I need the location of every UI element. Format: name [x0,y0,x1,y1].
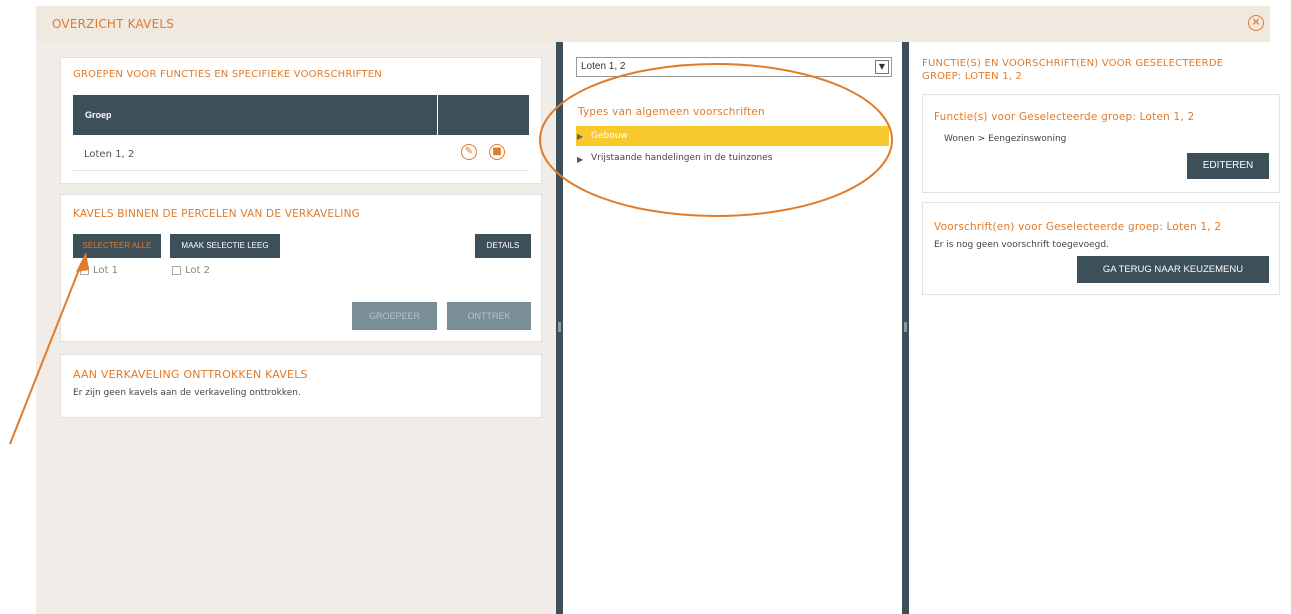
back-to-menu-button[interactable]: GA TERUG NAAR KEUZEMENU [1077,256,1269,283]
lot-2-checkbox[interactable] [172,266,181,275]
splitter-right[interactable] [902,42,909,614]
tree-item[interactable]: ▶ Vrijstaande handelingen in de tuinzone… [576,150,889,168]
withdraw-button[interactable]: ONTTREK [447,302,531,330]
details-button[interactable]: DETAILS [475,234,531,258]
withdrawn-message: Er zijn geen kavels aan de verkaveling o… [73,388,301,398]
lot-1-checkbox[interactable] [80,266,89,275]
functions-panel-title: Functie(s) voor Geselecteerde groep: Lot… [934,111,1195,123]
tree-item-label: Gebouw [591,131,628,141]
rules-panel: Voorschrift(en) voor Geselecteerde groep… [922,202,1280,295]
window-title: OVERZICHT KAVELS [52,17,175,31]
table-row[interactable]: Loten 1, 2 ✎ ■ [73,135,529,171]
grip-handle[interactable] [904,322,907,332]
group-select-value: Loten 1, 2 [581,61,626,72]
groups-panel-title: GROEPEN VOOR FUNCTIES EN SPECIFIEKE VOOR… [73,69,382,80]
select-all-button[interactable]: SELECTEER ALLE [73,234,161,258]
groups-panel: GROEPEN VOOR FUNCTIES EN SPECIFIEKE VOOR… [60,57,542,184]
withdrawn-panel-title: AAN VERKAVELING ONTTROKKEN KAVELS [73,368,308,381]
splitter-left[interactable] [556,42,563,614]
edit-button[interactable]: EDITEREN [1187,153,1269,179]
lot-1-label: Lot 1 [93,265,118,276]
rules-message: Er is nog geen voorschrift toegevoegd. [934,240,1109,250]
right-title-line1: FUNCTIE(S) EN VOORSCHRIFT(EN) VOOR GESEL… [922,58,1224,69]
grip-handle[interactable] [558,322,561,332]
kavels-panel: KAVELS BINNEN DE PERCELEN VAN DE VERKAVE… [60,194,542,342]
column-header-group: Groep [85,110,112,120]
column-separator [437,95,438,135]
kavels-panel-title: KAVELS BINNEN DE PERCELEN VAN DE VERKAVE… [73,208,360,220]
function-value: Wonen > Eengezinswoning [944,134,1067,144]
trash-icon[interactable]: ■ [489,144,505,160]
group-name: Loten 1, 2 [84,149,135,160]
caret-right-icon: ▶ [577,132,584,141]
right-title-line2: GROEP: LOTEN 1, 2 [922,71,1023,82]
groups-table-header: Groep [73,95,529,135]
window-titlebar: OVERZICHT KAVELS × [36,6,1270,42]
pencil-icon[interactable]: ✎ [461,144,477,160]
withdrawn-panel: AAN VERKAVELING ONTTROKKEN KAVELS Er zij… [60,354,542,418]
close-icon[interactable]: × [1248,15,1264,31]
tree-item-label: Vrijstaande handelingen in de tuinzones [591,153,773,163]
types-title: Types van algemeen voorschriften [578,106,765,118]
caret-right-icon: ▶ [577,155,584,164]
rules-panel-title: Voorschrift(en) voor Geselecteerde groep… [934,221,1222,233]
group-button[interactable]: GROEPEER [352,302,437,330]
chevron-down-icon[interactable]: ▼ [875,60,889,74]
tree-item-selected[interactable]: ▶ Gebouw [576,126,889,146]
functions-panel: Functie(s) voor Geselecteerde groep: Lot… [922,94,1280,193]
group-select[interactable]: Loten 1, 2 ▼ [576,57,892,77]
clear-selection-button[interactable]: MAAK SELECTIE LEEG [170,234,280,258]
lot-2-label: Lot 2 [185,265,210,276]
